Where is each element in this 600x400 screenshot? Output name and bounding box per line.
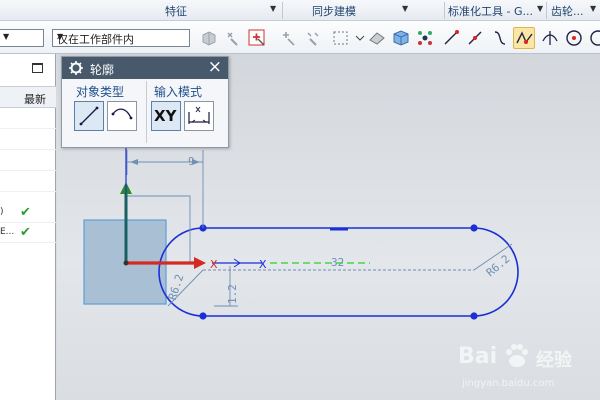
object-type-line-button[interactable]: [74, 101, 104, 131]
chevron-down-icon: ▼: [57, 32, 64, 41]
profile-tool-icon[interactable]: [513, 27, 535, 49]
ribbon-separator: [546, 2, 547, 19]
parameter-mode-icon: [188, 106, 210, 124]
baidu-watermark: Bai 经验 jingyan.baidu.com: [452, 336, 592, 398]
navigator-column-header: 最新: [0, 86, 56, 108]
navigator-row[interactable]: [0, 151, 56, 171]
input-mode-label: 输入模式: [154, 85, 203, 99]
navigator-row[interactable]: [0, 130, 56, 150]
select-feature-icon[interactable]: [198, 27, 220, 49]
dim-offset[interactable]: 1.2: [226, 284, 239, 304]
line-endpoint-icon[interactable]: [440, 27, 462, 49]
x-cursor-label: X: [259, 258, 267, 271]
ribbon-group-standardization-tools[interactable]: 标准化工具 - G...: [448, 3, 533, 19]
quadrant-point-icon[interactable]: [586, 27, 600, 49]
chevron-down-icon[interactable]: ▼: [270, 4, 276, 13]
object-type-label: 对象类型: [76, 85, 125, 99]
chevron-down-icon: ▼: [3, 32, 10, 41]
select-all-icon[interactable]: [302, 27, 324, 49]
line-icon: [79, 106, 99, 126]
x-axis-label: X: [210, 258, 218, 271]
watermark-suffix: 经验: [536, 350, 572, 371]
maximize-icon[interactable]: [32, 63, 43, 73]
check-icon: ✔: [20, 205, 31, 220]
origin-point: [123, 260, 129, 266]
ribbon-separator: [282, 2, 283, 19]
ribbon-group-titles: 特征 ▼ 同步建模 ▼ 标准化工具 - G... ▼ 齿轮... ▼: [0, 0, 600, 21]
eraser-icon[interactable]: [366, 27, 388, 49]
snap-point-icon[interactable]: [278, 27, 300, 49]
cube-view-icon[interactable]: [390, 27, 412, 49]
box-select-icon[interactable]: [330, 27, 352, 49]
curve-tool-icon[interactable]: [490, 27, 512, 49]
navigator-row[interactable]: ) ✔: [0, 203, 56, 223]
dim-radius-right[interactable]: R6.2: [484, 252, 513, 279]
chevron-down-icon[interactable]: ▼: [402, 4, 408, 13]
circle-center-icon[interactable]: [563, 27, 585, 49]
navigator-row[interactable]: [0, 109, 56, 129]
dim-top-width[interactable]: 9: [188, 155, 195, 168]
slot-profile[interactable]: [158, 227, 519, 317]
watermark-brand: Bai: [458, 344, 498, 369]
endpoint[interactable]: [199, 312, 207, 320]
input-mode-xy-button[interactable]: XY: [151, 101, 181, 131]
arc-icon: [111, 108, 133, 120]
ribbon-group-sync-modeling[interactable]: 同步建模: [312, 3, 356, 19]
selection-toolbar: ▼ 仅在工作部件内 ▼: [0, 21, 600, 54]
part-navigator: 最新 ) ✔ E... ✔: [0, 54, 56, 400]
watermark-url: jingyan.baidu.com: [462, 378, 555, 389]
navigator-row[interactable]: E... ✔: [0, 223, 56, 243]
close-icon[interactable]: ×: [208, 58, 222, 76]
check-icon: ✔: [20, 225, 31, 240]
chevron-down-icon[interactable]: ▼: [537, 4, 543, 13]
navigator-row[interactable]: [0, 172, 56, 192]
select-by-point-icon[interactable]: [222, 27, 244, 49]
row-text: E...: [0, 227, 15, 237]
object-type-arc-button[interactable]: [107, 101, 137, 131]
add-selection-icon[interactable]: [246, 27, 268, 49]
column-header-latest[interactable]: 最新: [24, 91, 46, 107]
ribbon-separator: [444, 2, 445, 19]
row-text: ): [0, 207, 4, 217]
selection-scope-combo[interactable]: 仅在工作部件内 ▼: [52, 29, 190, 47]
endpoint[interactable]: [470, 312, 478, 320]
snap-points-grid-icon[interactable]: [414, 27, 436, 49]
dim-radius-left[interactable]: R6.2: [166, 273, 187, 302]
x-axis-arrow: [194, 257, 206, 269]
endpoint[interactable]: [470, 224, 478, 232]
intersection-point-icon[interactable]: [539, 27, 561, 49]
chevron-down-icon[interactable]: ▼: [590, 4, 596, 13]
group-separator: [146, 81, 147, 143]
ribbon-group-features[interactable]: 特征: [165, 3, 187, 19]
xy-label: XY: [154, 107, 177, 125]
input-mode-parameter-button[interactable]: [184, 101, 214, 131]
gear-icon[interactable]: [68, 60, 84, 76]
paw-logo-icon: [506, 344, 528, 367]
dialog-title: 轮廓: [90, 63, 115, 77]
profile-dialog: 轮廓 × 对象类型 输入模式 XY: [61, 56, 229, 148]
selection-filter-combo[interactable]: ▼: [0, 29, 44, 47]
dialog-title-bar[interactable]: 轮廓 ×: [62, 57, 228, 79]
line-midpoint-icon[interactable]: [464, 27, 486, 49]
ribbon-group-gears[interactable]: 齿轮...: [551, 3, 584, 19]
